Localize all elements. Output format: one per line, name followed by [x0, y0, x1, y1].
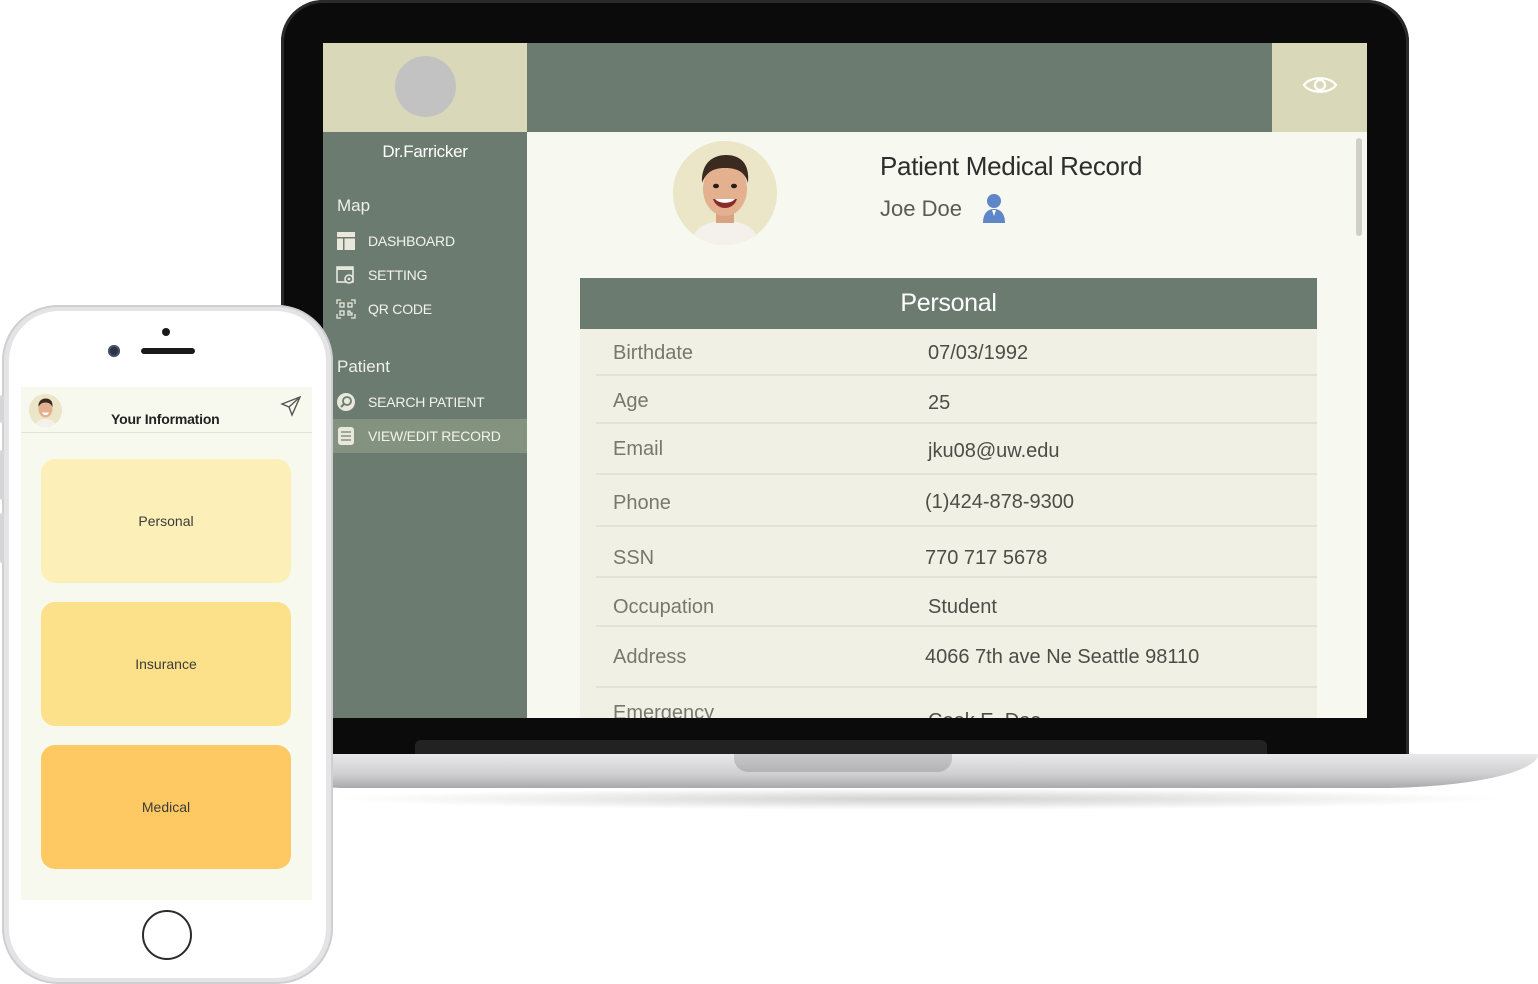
phone-sensor	[162, 328, 170, 336]
personal-info-panel: Birthdate 07/03/1992 Age 25 Email jku08@…	[580, 329, 1317, 718]
info-value: 25	[928, 392, 951, 414]
info-row-ssn: SSN 770 717 5678	[596, 527, 1317, 578]
sidebar-item-dashboard[interactable]: DASHBOARD	[323, 224, 527, 258]
eye-icon	[1302, 73, 1338, 102]
phone-volume-up-button	[0, 450, 4, 500]
card-label: Insurance	[135, 656, 197, 672]
send-icon[interactable]	[280, 395, 302, 422]
laptop-screen: Dr.Farricker Map DASHBOARD SETTING QR CO…	[323, 43, 1367, 718]
sidebar-section-map: Map	[337, 196, 371, 215]
patient-photo	[673, 141, 777, 245]
sidebar-item-label: SETTING	[368, 267, 428, 283]
card-label: Medical	[141, 799, 191, 815]
info-value: jku08@uw.edu	[928, 440, 1060, 462]
info-label: Address	[613, 646, 687, 668]
doctor-avatar[interactable]	[395, 56, 456, 117]
info-row-occupation: Occupation Student	[596, 578, 1317, 627]
sidebar-item-view-edit-record[interactable]: VIEW/EDIT RECORD	[323, 419, 527, 453]
info-label: Occupation	[613, 596, 715, 618]
info-label: Email	[613, 438, 664, 460]
info-row-phone: Phone (1)424-878-9300	[596, 475, 1317, 527]
sidebar-item-setting[interactable]: SETTING	[323, 258, 527, 292]
info-row-birthdate: Birthdate 07/03/1992	[596, 329, 1317, 376]
info-row-age: Age 25	[596, 376, 1317, 424]
phone-camera	[108, 345, 120, 357]
info-value: 770 717 5678	[925, 547, 1048, 569]
sidebar-item-label: QR CODE	[368, 301, 432, 317]
search-icon	[336, 392, 356, 412]
info-row-emergency: Emergency Cook E. Doe	[596, 688, 1317, 718]
laptop-notch	[734, 754, 952, 772]
info-value: Student	[928, 596, 997, 618]
panel-title: Personal	[580, 278, 1317, 329]
dashboard-icon	[336, 231, 356, 251]
info-label: SSN	[613, 547, 655, 569]
insurance-card[interactable]: Insurance	[41, 602, 291, 726]
card-label: Personal	[138, 513, 194, 529]
phone-title: Your Information	[111, 411, 220, 427]
info-row-address: Address 4066 7th ave Ne Seattle 98110	[596, 627, 1317, 688]
info-label: Birthdate	[613, 342, 694, 364]
info-row-email: Email jku08@uw.edu	[596, 424, 1317, 475]
sidebar-profile-area	[323, 43, 527, 132]
phone-speaker	[141, 348, 195, 354]
info-label: Phone	[613, 492, 671, 514]
info-value: Cook E. Doe	[928, 710, 1041, 718]
avatar[interactable]	[29, 394, 62, 427]
sidebar: Dr.Farricker Map DASHBOARD SETTING QR CO…	[323, 43, 527, 718]
sidebar-item-search-patient[interactable]: SEARCH PATIENT	[323, 385, 527, 419]
sidebar-item-label: VIEW/EDIT RECORD	[368, 428, 501, 444]
sidebar-item-qr-code[interactable]: QR CODE	[323, 292, 527, 326]
personal-card[interactable]: Personal	[41, 459, 291, 583]
person-icon[interactable]	[982, 192, 1006, 229]
info-value: 4066 7th ave Ne Seattle 98110	[925, 646, 1200, 668]
patient-name: Joe Doe	[880, 196, 962, 221]
info-label: Age	[613, 390, 649, 412]
main-content: Patient Medical Record Joe Doe Personal …	[527, 132, 1367, 718]
settings-icon	[336, 265, 356, 285]
laptop-hinge	[415, 740, 1267, 754]
qr-code-icon	[336, 299, 356, 319]
top-bar	[527, 43, 1273, 132]
info-value: (1)424-878-9300	[925, 491, 1074, 513]
laptop-shadow	[330, 788, 1510, 810]
info-label: Emergency	[613, 702, 715, 718]
sidebar-section-patient: Patient	[337, 357, 390, 376]
phone-header: Your Information	[21, 387, 312, 433]
record-icon	[336, 426, 356, 446]
scrollbar[interactable]	[1356, 138, 1362, 236]
info-value: 07/03/1992	[928, 342, 1029, 364]
phone-side-button	[0, 395, 4, 423]
medical-card[interactable]: Medical	[41, 745, 291, 869]
sidebar-item-label: DASHBOARD	[368, 233, 455, 249]
doctor-name: Dr.Farricker	[382, 142, 468, 161]
phone-screen: Your Information Personal Insurance Medi…	[21, 387, 312, 900]
sidebar-item-label: SEARCH PATIENT	[368, 394, 485, 410]
view-toggle-button[interactable]	[1272, 43, 1367, 132]
page-title: Patient Medical Record	[880, 151, 1143, 181]
phone-home-button[interactable]	[142, 910, 192, 960]
phone-volume-down-button	[0, 513, 4, 563]
